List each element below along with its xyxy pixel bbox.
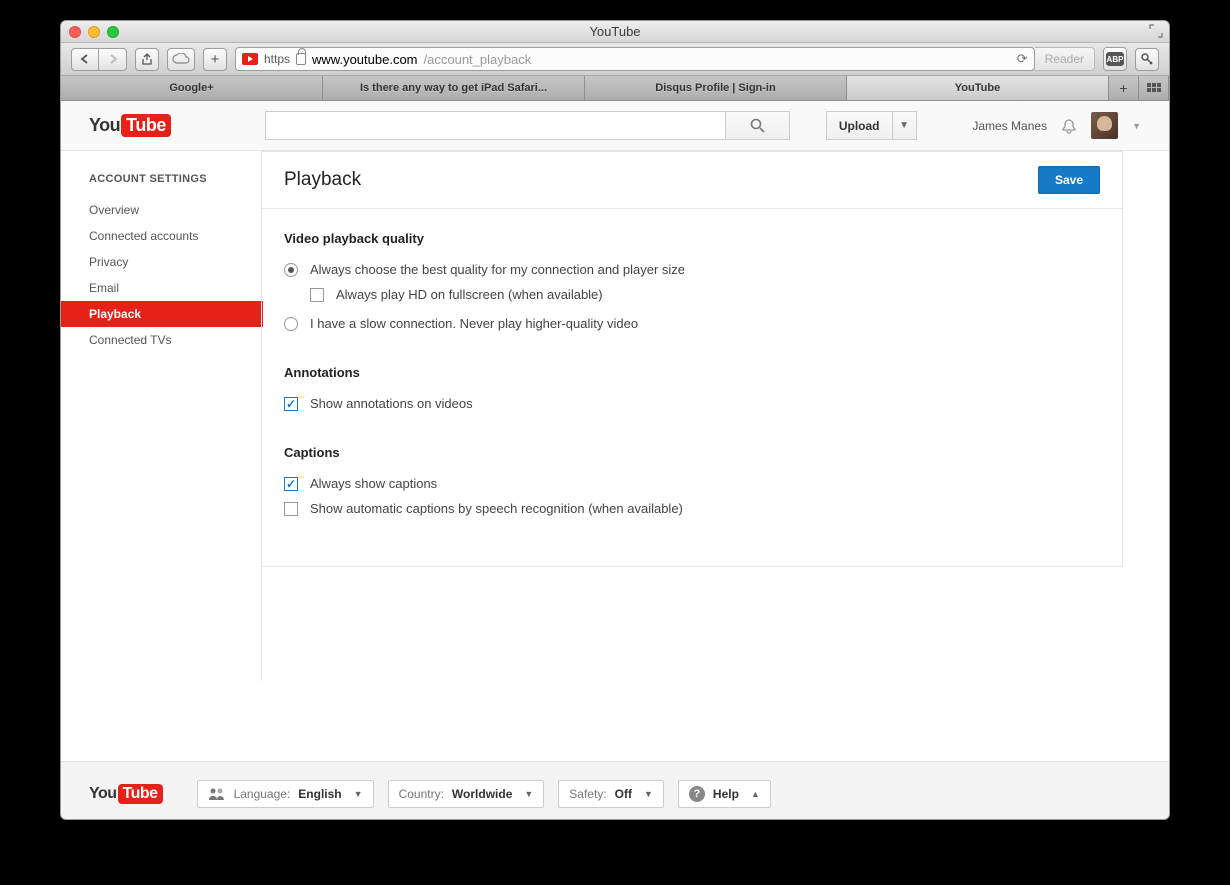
search-input[interactable] (265, 111, 725, 140)
adblock-button[interactable]: ABP (1103, 47, 1127, 71)
tab-youtube[interactable]: YouTube (847, 76, 1109, 100)
upload-group: Upload ▼ (826, 111, 917, 140)
address-bar[interactable]: https www.youtube.com/account_playback ⟳ (235, 47, 1035, 71)
minimize-window-button[interactable] (88, 26, 100, 38)
checkbox-auto-captions-label: Show automatic captions by speech recogn… (310, 501, 683, 516)
zoom-window-button[interactable] (107, 26, 119, 38)
page-viewport: YouTube Upload ▼ James Manes ▼ A (61, 101, 1169, 819)
logo-tube: Tube (121, 114, 171, 137)
tab-disqus[interactable]: Disqus Profile | Sign-in (585, 76, 847, 100)
new-tab-button[interactable]: + (203, 48, 227, 71)
tab-overview-button[interactable] (1139, 76, 1169, 100)
new-tab-plus-button[interactable]: + (1109, 76, 1139, 100)
avatar[interactable] (1091, 112, 1118, 139)
window-title: YouTube (61, 24, 1169, 39)
tab-google-plus[interactable]: Google+ (61, 76, 323, 100)
chevron-down-icon: ▼ (354, 789, 363, 799)
notifications-icon[interactable] (1061, 118, 1077, 134)
share-button[interactable] (135, 48, 159, 71)
youtube-logo[interactable]: YouTube (89, 114, 171, 137)
checkbox-always-captions[interactable] (284, 477, 298, 491)
forward-button[interactable] (99, 48, 127, 71)
username-label[interactable]: James Manes (972, 119, 1047, 133)
sidebar-item-privacy[interactable]: Privacy (89, 249, 261, 275)
language-selector[interactable]: Language: English ▼ (197, 780, 374, 808)
tab-ipad-safari[interactable]: Is there any way to get iPad Safari... (323, 76, 585, 100)
checkbox-always-captions-label: Always show captions (310, 476, 437, 491)
chevron-up-icon: ▲ (751, 789, 760, 799)
section-captions: Captions Always show captions Show autom… (284, 445, 1100, 516)
captions-option-auto[interactable]: Show automatic captions by speech recogn… (284, 501, 1100, 516)
help-button[interactable]: ? Help ▲ (678, 780, 771, 808)
checkbox-hd-fullscreen[interactable] (310, 288, 324, 302)
upload-button[interactable]: Upload (826, 111, 893, 140)
safety-selector[interactable]: Safety: Off ▼ (558, 780, 664, 808)
quality-suboption-hd[interactable]: Always play HD on fullscreen (when avail… (310, 287, 1100, 302)
section-quality: Video playback quality Always choose the… (284, 231, 1100, 331)
user-area: James Manes ▼ (972, 112, 1141, 139)
reader-button[interactable]: Reader (1035, 47, 1095, 71)
lock-icon (296, 53, 306, 65)
annotations-option-show[interactable]: Show annotations on videos (284, 396, 1100, 411)
url-path: /account_playback (424, 52, 532, 67)
checkbox-hd-label: Always play HD on fullscreen (when avail… (336, 287, 603, 302)
footer: YouTube Language: English ▼ Country: Wor… (61, 761, 1169, 819)
section-annotations: Annotations Show annotations on videos (284, 365, 1100, 411)
browser-window: YouTube + https www.youtube.com/account_… (60, 20, 1170, 820)
password-button[interactable] (1135, 48, 1159, 71)
sidebar-heading: ACCOUNT SETTINGS (89, 173, 261, 185)
url-host: www.youtube.com (312, 52, 418, 67)
annotations-heading: Annotations (284, 365, 1100, 380)
save-button[interactable]: Save (1038, 166, 1100, 194)
captions-option-always[interactable]: Always show captions (284, 476, 1100, 491)
quality-option-slow[interactable]: I have a slow connection. Never play hig… (284, 316, 1100, 331)
upload-dropdown[interactable]: ▼ (893, 111, 917, 140)
sidebar-item-email[interactable]: Email (89, 275, 261, 301)
main-panel: Playback Save Video playback quality Alw… (261, 151, 1169, 681)
reload-button[interactable]: ⟳ (1017, 51, 1028, 67)
panel-header: Playback Save (262, 152, 1122, 209)
sidebar-item-playback[interactable]: Playback (61, 301, 263, 327)
back-button[interactable] (71, 48, 99, 71)
chevron-down-icon: ▼ (644, 789, 653, 799)
expand-icon[interactable] (1149, 24, 1163, 38)
footer-youtube-logo[interactable]: YouTube (89, 784, 163, 804)
help-icon: ? (689, 786, 705, 802)
checkbox-auto-captions[interactable] (284, 502, 298, 516)
search-form (265, 111, 790, 140)
search-button[interactable] (725, 111, 790, 140)
browser-toolbar: + https www.youtube.com/account_playback… (61, 43, 1169, 76)
captions-heading: Captions (284, 445, 1100, 460)
tab-strip: Google+ Is there any way to get iPad Saf… (61, 76, 1169, 101)
titlebar: YouTube (61, 21, 1169, 43)
checkbox-show-annotations[interactable] (284, 397, 298, 411)
masthead: YouTube Upload ▼ James Manes ▼ (61, 101, 1169, 151)
chevron-down-icon: ▼ (524, 789, 533, 799)
sidebar: ACCOUNT SETTINGS Overview Connected acco… (61, 151, 261, 681)
site-favicon-icon (242, 53, 258, 65)
search-icon (750, 118, 765, 133)
checkbox-show-annotations-label: Show annotations on videos (310, 396, 473, 411)
close-window-button[interactable] (69, 26, 81, 38)
quality-heading: Video playback quality (284, 231, 1100, 246)
logo-you: You (89, 115, 120, 136)
sidebar-item-overview[interactable]: Overview (89, 197, 261, 223)
url-scheme: https (264, 52, 290, 66)
sidebar-item-connected-accounts[interactable]: Connected accounts (89, 223, 261, 249)
people-icon (208, 787, 226, 801)
content: ACCOUNT SETTINGS Overview Connected acco… (61, 151, 1169, 681)
sidebar-item-connected-tvs[interactable]: Connected TVs (89, 327, 261, 353)
icloud-button[interactable] (167, 48, 195, 71)
radio-slow-label: I have a slow connection. Never play hig… (310, 316, 638, 331)
avatar-dropdown-icon[interactable]: ▼ (1132, 121, 1141, 131)
quality-option-auto[interactable]: Always choose the best quality for my co… (284, 262, 1100, 277)
country-selector[interactable]: Country: Worldwide ▼ (388, 780, 545, 808)
radio-auto[interactable] (284, 263, 298, 277)
traffic-lights (69, 26, 119, 38)
radio-slow[interactable] (284, 317, 298, 331)
radio-auto-label: Always choose the best quality for my co… (310, 262, 685, 277)
page-title: Playback (284, 169, 361, 191)
